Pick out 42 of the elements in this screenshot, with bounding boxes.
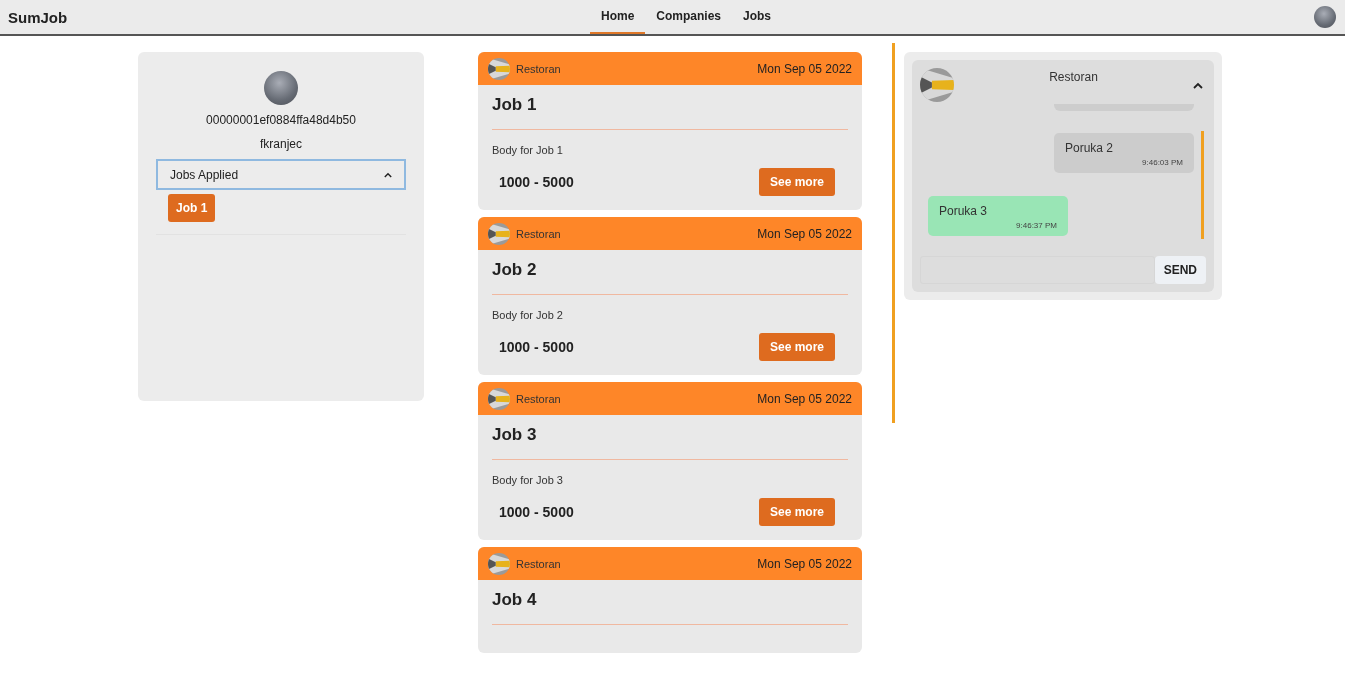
company-logo-icon (920, 68, 954, 102)
job-date: Mon Sep 05 2022 (757, 61, 852, 76)
job-date: Mon Sep 05 2022 (757, 556, 852, 571)
job-title: Job 4 (492, 590, 538, 610)
job-body: Body for Job 3 (492, 474, 564, 486)
job-title: Job 3 (492, 425, 538, 445)
company-name: Restoran (516, 392, 561, 405)
company-name: Restoran (516, 557, 561, 570)
send-button[interactable]: SEND (1154, 256, 1206, 284)
company-name: Restoran (516, 62, 561, 75)
job-title: Job 1 (492, 95, 538, 115)
job-body: Body for Job 2 (492, 309, 564, 321)
salary-range: 1000 - 5000 (499, 174, 574, 190)
company-logo-icon (488, 552, 510, 575)
message-text: Poruka 3 (939, 204, 989, 218)
chevron-icon[interactable] (1193, 82, 1203, 89)
user-id: 00000001ef0884ffa48d4b50 (206, 113, 356, 127)
chat-title: Restoran (1048, 69, 1099, 84)
nav-tab[interactable]: Jobs (732, 0, 783, 34)
company-logo-icon (488, 57, 510, 80)
company-name: Restoran (516, 227, 561, 240)
message-text: Poruka 2 (1065, 141, 1115, 155)
salary-range: 1000 - 5000 (499, 504, 574, 520)
brand-logo[interactable]: SumJob (8, 8, 68, 26)
job-title: Job 2 (492, 260, 538, 280)
profile-avatar-icon (264, 71, 298, 105)
salary-range: 1000 - 5000 (499, 339, 574, 355)
company-logo-icon (488, 387, 510, 410)
job-body: Body for Job 1 (492, 144, 564, 156)
jobs-applied-accordion[interactable]: Jobs Applied (156, 159, 406, 190)
username: fkranjec (260, 137, 302, 151)
nav-tab[interactable]: Companies (645, 0, 733, 34)
scrollbar[interactable] (1201, 131, 1204, 239)
nav-tab[interactable]: Home (590, 0, 646, 34)
user-avatar-icon[interactable] (1314, 6, 1336, 28)
message-input[interactable] (920, 256, 1155, 284)
chevron-icon[interactable] (384, 171, 392, 178)
message-time: 9:46:03 PM (1141, 158, 1183, 167)
message-time: 9:46:37 PM (1015, 221, 1057, 230)
job-date: Mon Sep 05 2022 (757, 391, 852, 406)
job-date: Mon Sep 05 2022 (757, 226, 852, 241)
company-logo-icon (488, 222, 510, 245)
